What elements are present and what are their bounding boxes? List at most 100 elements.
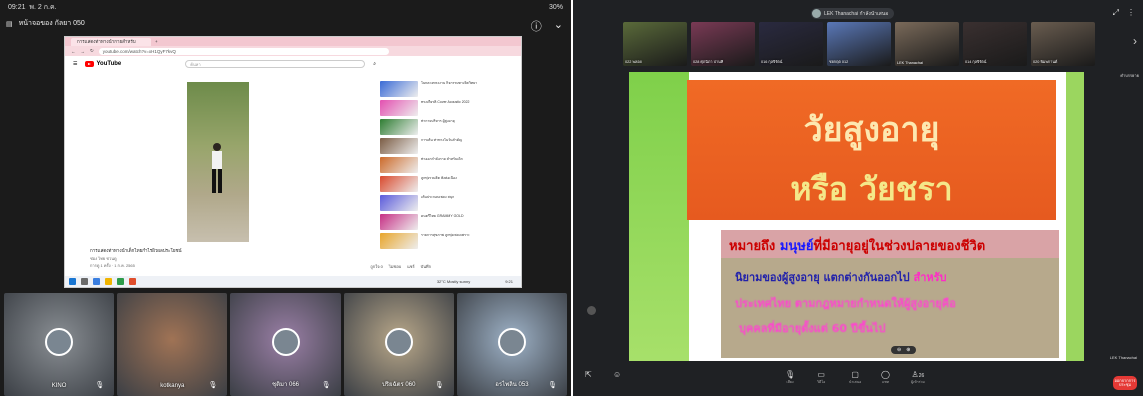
chrome-icon[interactable] bbox=[129, 278, 136, 285]
reload-icon[interactable]: ↻ bbox=[90, 48, 94, 54]
chat-button[interactable]: ◯ แชท bbox=[881, 370, 890, 385]
slide-accent-left bbox=[629, 72, 689, 361]
slide-accent-right bbox=[1066, 72, 1084, 361]
edge-icon[interactable] bbox=[93, 278, 100, 285]
search-taskbar-icon[interactable] bbox=[81, 278, 88, 285]
url-bar: ← → ↻ youtube.com/watch?v=xH1QyF7kvQ bbox=[65, 46, 521, 56]
recommendation-item[interactable]: ท่ากายบริหาร ผู้สูงอายุ bbox=[380, 119, 520, 137]
recommendation-item[interactable]: ดนตรีไทย GRAMMY GOLD bbox=[380, 214, 520, 232]
menu-button[interactable]: ⇱ bbox=[585, 370, 592, 379]
recommendation-thumbnail[interactable] bbox=[380, 195, 418, 211]
chevron-down-icon[interactable]: ⌄ bbox=[554, 18, 563, 34]
recommendation-title[interactable]: ท่ากายบริหาร ผู้สูงอายุ bbox=[421, 119, 455, 137]
recommendation-title[interactable]: ดนตรีไทย GRAMMY GOLD bbox=[421, 214, 464, 232]
person-figure bbox=[212, 143, 222, 193]
more-icon[interactable]: ⋮ bbox=[1127, 8, 1135, 18]
meet-icon[interactable] bbox=[117, 278, 124, 285]
definition-line-4: บุคคลที่มีอายุตั้งแต่ 60 ปีขึ้นไป bbox=[739, 322, 886, 335]
recommendation-item[interactable]: รายการสุขภาพ ลูกทุ่งเพลงเพราะ bbox=[380, 233, 520, 251]
recommendation-title[interactable]: รายการสุขภาพ ลูกทุ่งเพลงเพราะ bbox=[421, 233, 470, 251]
mic-icon: 🎙 bbox=[785, 370, 796, 379]
recommendation-title[interactable]: ลูกทุ่งรวมฮิต ฟังต่อเนื่อง bbox=[421, 176, 457, 194]
participant-tile[interactable]: KINO 🎙 bbox=[4, 293, 115, 396]
back-icon[interactable]: ← bbox=[71, 49, 76, 54]
recommendation-thumbnail[interactable] bbox=[380, 233, 418, 249]
participant-tile[interactable]: ปริยฉัตร 060 🎙 bbox=[343, 293, 454, 396]
share-title: ▤ หน้าจอของ กัลยา 050 bbox=[6, 18, 85, 29]
recommendation-item[interactable]: เต้นประกอบเพลง สนุก bbox=[380, 195, 520, 213]
search-input[interactable]: ค้นหา bbox=[185, 60, 366, 68]
participant-thumbnail[interactable]: 028 ศุภนิภา ปานทิ bbox=[691, 22, 755, 66]
video-channel[interactable]: ช่อง ไทย ชวนดู bbox=[90, 255, 117, 262]
info-icon[interactable]: ⓘ bbox=[531, 18, 542, 34]
forward-icon[interactable]: → bbox=[81, 49, 86, 54]
windows-taskbar: 32°C Mostly sunny 9:21 bbox=[65, 276, 521, 287]
recommendation-item[interactable]: ลูกทุ่งรวมฮิต ฟังต่อเนื่อง bbox=[380, 176, 520, 194]
recommendation-title[interactable]: ท่าออกกำลังกาย สำหรับเด็ก bbox=[421, 157, 463, 175]
youtube-logo[interactable]: YouTube bbox=[85, 61, 121, 67]
recommendation-thumbnail[interactable] bbox=[380, 157, 418, 173]
dislike-button[interactable]: ไม่ชอบ bbox=[389, 263, 401, 270]
expand-icon[interactable]: ⤢ bbox=[1113, 8, 1119, 18]
participant-thumb-label: 020 พิมพกานต์ bbox=[1033, 60, 1058, 64]
start-icon[interactable] bbox=[69, 278, 76, 285]
recommendation-thumbnail[interactable] bbox=[380, 214, 418, 230]
recommendation-item[interactable]: ในหลวงทรงงาน กิจกรรมทางจิตวิทยา bbox=[380, 81, 520, 99]
browser-tab[interactable]: การแสดงท่าทางนำกายสำหรับ bbox=[71, 37, 151, 46]
new-tab-icon[interactable]: + bbox=[155, 39, 158, 44]
zoom-out-icon[interactable]: ⊖ bbox=[897, 347, 901, 353]
folder-icon[interactable] bbox=[105, 278, 112, 285]
recommendation-item[interactable]: ท่าออกกำลังกาย สำหรับเด็ก bbox=[380, 157, 520, 175]
present-button[interactable]: ▢ นำเสนอ bbox=[849, 370, 861, 385]
recommendation-title[interactable]: ในหลวงทรงงาน กิจกรรมทางจิตวิทยา bbox=[421, 81, 477, 99]
participant-thumb-label: 028 ศุภนิภา ปานทิ bbox=[693, 60, 724, 64]
save-button[interactable]: บันทึก bbox=[421, 263, 431, 270]
recommendation-title[interactable]: เต้นประกอบเพลง สนุก bbox=[421, 195, 454, 213]
camera-button[interactable]: ▭ วิดีโอ bbox=[817, 370, 825, 385]
slide-title: วัยสูงอายุ bbox=[803, 110, 940, 150]
address-input[interactable]: youtube.com/watch?v=xH1QyF7kvQ bbox=[98, 47, 389, 55]
participant-thumbnail[interactable]: LEK Thanachai bbox=[895, 22, 959, 66]
presentation-slide: วัยสูงอายุ หรือ วัยชรา หมายถึง มนุษย์ที่… bbox=[629, 72, 1084, 361]
recommendation-item[interactable]: การเต้น ท่าทางในวันสำคัญ bbox=[380, 138, 520, 156]
caption-label[interactable]: คำบรรยาย bbox=[1120, 72, 1139, 79]
search-icon[interactable]: ⌕ bbox=[373, 61, 376, 67]
status-date: พ. 2 ก.ค. bbox=[29, 4, 57, 11]
chevron-right-icon[interactable]: › bbox=[1133, 34, 1137, 48]
recommendation-title[interactable]: ทรงเกียรติ Cover Acoustic 2022 bbox=[421, 100, 470, 118]
like-button[interactable]: ถูกใจ 0 bbox=[370, 263, 382, 270]
recommendation-thumbnail[interactable] bbox=[380, 176, 418, 192]
participant-thumbnail[interactable]: ชยกฤต 012 bbox=[827, 22, 891, 66]
participant-thumbnail[interactable]: 022 พลอย bbox=[623, 22, 687, 66]
recommendation-title[interactable]: การเต้น ท่าทางในวันสำคัญ bbox=[421, 138, 462, 156]
recommendation-thumbnail[interactable] bbox=[380, 119, 418, 135]
people-button[interactable]: ♙26 ผู้เข้าร่วม bbox=[911, 370, 925, 385]
emoji-button[interactable]: ☺ bbox=[613, 370, 621, 379]
participant-thumbnail[interactable]: 020 พิมพกานต์ bbox=[1031, 22, 1095, 66]
presenter-chip[interactable]: LEK Thanachai กำลังนำเสนอ bbox=[811, 8, 895, 19]
recommendation-thumbnail[interactable] bbox=[380, 100, 418, 116]
side-avatar-icon[interactable] bbox=[587, 306, 596, 315]
recommendation-thumbnail[interactable] bbox=[380, 138, 418, 154]
participant-tile[interactable]: kotkanya 🎙 bbox=[117, 293, 228, 396]
participant-strip: 022 พลอย 028 ศุภนิภา ปานทิ 016 กุลจิรัตน์ ช… bbox=[623, 22, 1095, 66]
video-player[interactable] bbox=[187, 82, 249, 242]
mic-muted-icon: 🎙 bbox=[434, 382, 444, 389]
participant-thumbnail[interactable]: 014 กุลจิรัตน์ bbox=[963, 22, 1027, 66]
status-time: 09:21 bbox=[8, 4, 26, 11]
avatar bbox=[812, 9, 821, 18]
menu-icon[interactable]: ☰ bbox=[73, 61, 77, 67]
participant-tile[interactable]: ชุติมา 066 🎙 bbox=[230, 293, 341, 396]
leave-meeting-button[interactable]: ออกจากการประชุม bbox=[1113, 376, 1137, 390]
share-button[interactable]: แชร์ bbox=[407, 263, 414, 270]
participant-thumbnail[interactable]: 016 กุลจิรัตน์ bbox=[759, 22, 823, 66]
mic-muted-icon: 🎙 bbox=[548, 382, 558, 389]
participant-tile[interactable]: อรไพลิน 053 🎙 bbox=[456, 293, 568, 396]
battery-level: 30% bbox=[548, 4, 563, 11]
definition-line-3: ประเทศไทย ตามกฎหมายกำหนดให้ผู้สูงอายุคือ bbox=[735, 297, 956, 310]
weather-text: 32°C Mostly sunny bbox=[436, 279, 471, 284]
recommendation-item[interactable]: ทรงเกียรติ Cover Acoustic 2022 bbox=[380, 100, 520, 118]
zoom-in-icon[interactable]: ⊕ bbox=[906, 347, 910, 353]
recommendation-thumbnail[interactable] bbox=[380, 81, 418, 97]
mic-button[interactable]: 🎙 เสียง bbox=[785, 370, 795, 385]
